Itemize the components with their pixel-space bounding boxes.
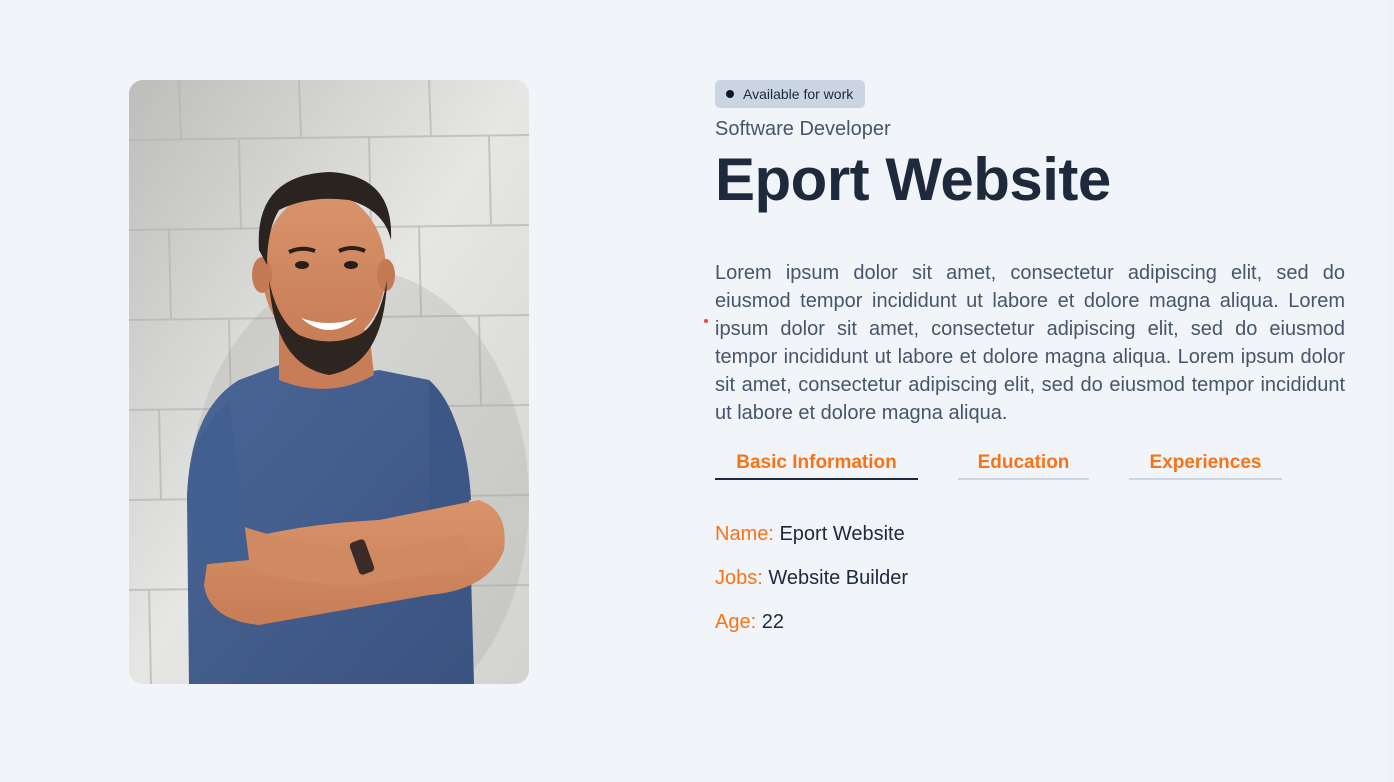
profile-role: Software Developer <box>715 118 891 140</box>
status-badge-label: Available for work <box>743 86 854 102</box>
page-scrollbar[interactable] <box>1380 0 1394 782</box>
tab-experiences[interactable]: Experiences <box>1129 450 1282 480</box>
tab-education[interactable]: Education <box>958 450 1089 480</box>
detail-label: Age: <box>715 611 762 633</box>
profile-page: Available for work Software Developer Ep… <box>0 0 1394 782</box>
detail-value: Website Builder <box>768 567 909 589</box>
profile-bio: Lorem ipsum dolor sit amet, consectetur … <box>715 262 1345 424</box>
status-badge: Available for work <box>715 80 866 108</box>
detail-row-name: Name: Eport Website <box>715 520 908 564</box>
detail-row-age: Age: 22 <box>715 608 908 652</box>
detail-row-jobs: Jobs: Website Builder <box>715 564 908 608</box>
detail-label: Name: <box>715 523 780 545</box>
profile-info: Available for work Software Developer Ep… <box>704 80 1345 633</box>
basic-information-panel: Name: Eport Website Jobs: Website Builde… <box>715 520 908 652</box>
bullet-marker-icon <box>704 319 708 323</box>
profile-tabs: Basic Information Education Experiences <box>715 450 1345 480</box>
page-title: Eport Website <box>715 146 1111 213</box>
profile-photo <box>129 80 529 684</box>
tab-basic-information[interactable]: Basic Information <box>715 450 918 480</box>
detail-value: Eport Website <box>779 523 905 545</box>
profile-photo-image <box>129 80 529 684</box>
status-dot-icon <box>726 90 734 98</box>
detail-value: 22 <box>761 611 784 633</box>
detail-label: Jobs: <box>715 567 769 589</box>
